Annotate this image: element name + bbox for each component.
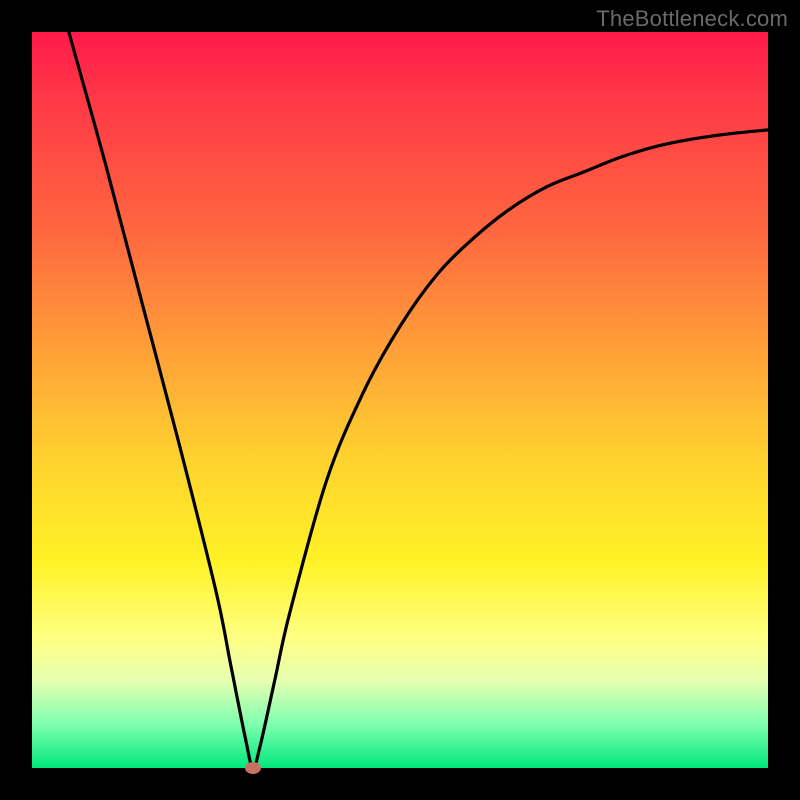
curve-path bbox=[69, 32, 768, 768]
chart-frame: TheBottleneck.com bbox=[0, 0, 800, 800]
optimal-point-marker bbox=[245, 762, 261, 774]
bottleneck-curve bbox=[32, 32, 768, 768]
attribution-text: TheBottleneck.com bbox=[596, 6, 788, 32]
plot-area bbox=[32, 32, 768, 768]
